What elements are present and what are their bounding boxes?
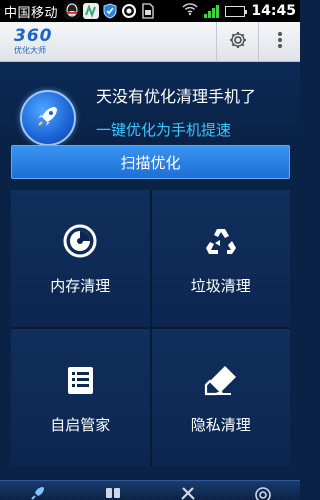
scan-optimize-button[interactable]: 扫描优化 [11,145,290,179]
nav-rocket[interactable] [8,481,68,500]
rocket-badge[interactable] [20,90,76,146]
clock: 14:45 [251,3,296,19]
rocket-icon [33,101,63,135]
status-bar: 中国移动 14:45 [0,0,300,22]
ring-icon [121,3,137,19]
nav-apps[interactable] [83,481,143,500]
signal-strength-icon [204,4,220,18]
tile-junk-clean[interactable]: 垃圾清理 [151,190,290,327]
tile-memory-clean[interactable]: 内存清理 [11,190,150,327]
tile-label: 隐私清理 [190,416,251,434]
maps-icon [83,3,100,19]
settings-button[interactable] [216,22,258,61]
tile-label: 自启管家 [50,416,111,434]
apps-icon [104,485,122,500]
tools-icon [179,485,197,500]
tile-privacy-clean[interactable]: 隐私清理 [151,329,290,466]
tile-label: 内存清理 [50,277,111,295]
carrier-name: 中国移动 [4,5,59,21]
logo-subtitle: 优化大师 [14,46,46,55]
feature-grid: 内存清理 垃圾清理 自启管家 隐私清理 [11,190,290,466]
sim-icon [140,3,156,19]
overflow-menu-button[interactable] [258,22,300,61]
logo-number: 360 [14,26,53,46]
notification-icons [64,3,156,19]
qq-icon [64,3,81,19]
app-logo: 360 优化大师 [14,28,53,55]
hero-subtitle: 一键优化为手机提速 [96,121,232,139]
eraser-icon [201,360,241,400]
tile-label: 垃圾清理 [190,277,251,295]
scan-button-label: 扫描优化 [120,153,181,172]
list-icon [60,360,100,400]
settings-icon [228,30,248,54]
battery-icon [225,5,248,17]
recycle-icon [201,221,241,261]
memory-icon [60,221,100,261]
rocket-icon [29,485,47,500]
bottom-nav [0,480,300,500]
nav-radar[interactable] [233,481,293,500]
hero-title: 天没有优化清理手机了 [96,87,257,106]
app-header: 360 优化大师 [0,22,300,62]
shield-icon [102,3,118,19]
tile-startup-manager[interactable]: 自启管家 [11,329,150,466]
wifi-icon [182,2,198,20]
overflow-menu-icon [277,30,283,54]
radar-icon [254,485,272,500]
nav-tools[interactable] [158,481,218,500]
